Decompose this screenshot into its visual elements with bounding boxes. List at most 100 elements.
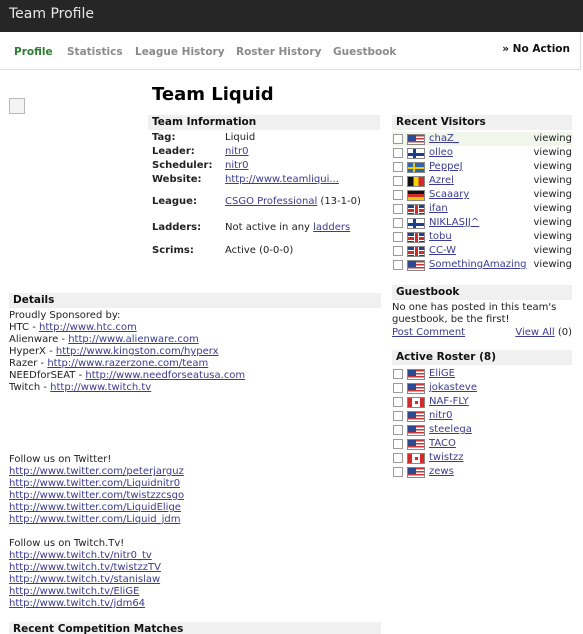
- visitor-name[interactable]: SomethingAmazing: [429, 259, 527, 270]
- visitor-checkbox[interactable]: [393, 148, 403, 158]
- flag-us-icon: [407, 425, 425, 436]
- twitch-heading: Follow us on Twitch.Tv!: [9, 538, 125, 549]
- tab-statistics[interactable]: Statistics: [67, 46, 123, 58]
- twitter-link[interactable]: http://www.twitter.com/Liquid_jdm: [9, 514, 180, 525]
- roster-row: EliGE: [392, 367, 572, 381]
- twitter-link[interactable]: http://www.twitter.com/twistzzcsgo: [9, 490, 184, 501]
- guestbook-empty-text: No one has posted in this team's guestbo…: [392, 302, 557, 325]
- sponsor-line: Razer - http://www.razerzone.com/team: [9, 358, 379, 370]
- ladders-link[interactable]: ladders: [313, 222, 350, 233]
- twitch-link[interactable]: http://www.twitch.tv/EliGE: [9, 586, 139, 597]
- visitor-row: CC-W viewing: [392, 244, 572, 258]
- view-all-link[interactable]: View All: [515, 327, 554, 338]
- info-league-row: League: CSGO Professional (13-1-0): [152, 196, 382, 210]
- sponsor-link-razer[interactable]: http://www.razerzone.com/team: [47, 358, 208, 369]
- roster-checkbox[interactable]: [393, 369, 403, 379]
- roster-player-name[interactable]: TACO: [429, 438, 456, 449]
- roster-checkbox[interactable]: [393, 453, 403, 463]
- visitor-status: viewing: [533, 259, 573, 270]
- website-link[interactable]: http://www.teamliqui...: [225, 174, 339, 185]
- tag-value: Liquid: [225, 132, 256, 143]
- leader-link[interactable]: nitr0: [225, 146, 249, 157]
- scheduler-label: Scheduler:: [152, 160, 213, 171]
- roster-checkbox[interactable]: [393, 383, 403, 393]
- flag-ca-icon: [407, 453, 425, 464]
- sponsor-link-twitch[interactable]: http://www.twitch.tv: [50, 382, 151, 393]
- roster-row: steelega: [392, 423, 572, 437]
- roster-row: twistzz: [392, 451, 572, 465]
- sponsor-name: HTC -: [9, 322, 39, 333]
- roster-player-name[interactable]: EliGE: [429, 368, 455, 379]
- flag-us-icon: [407, 383, 425, 394]
- roster-player-name[interactable]: jokasteve: [429, 382, 477, 393]
- visitor-row: olleo viewing: [392, 146, 572, 160]
- flag-us-icon: [407, 411, 425, 422]
- tab-roster-history[interactable]: Roster History: [236, 46, 321, 58]
- visitor-status: viewing: [533, 245, 573, 256]
- ladders-value: Not active in any ladders: [225, 222, 350, 233]
- window-title: Team Profile: [9, 6, 94, 22]
- details-body: Proudly Sponsored by: HTC - http://www.h…: [9, 310, 379, 610]
- sponsor-link-needforseat[interactable]: http://www.needforseatusa.com: [85, 370, 245, 381]
- sponsor-link-hyperx[interactable]: http://www.kingston.com/hyperx: [56, 346, 219, 357]
- tag-label: Tag:: [152, 132, 176, 143]
- guestbook-count: (0): [557, 327, 572, 338]
- scheduler-link[interactable]: nitr0: [225, 160, 249, 171]
- visitor-row: PeppeJ viewing: [392, 160, 572, 174]
- visitor-name[interactable]: olleo: [429, 147, 453, 158]
- visitor-name[interactable]: tobu: [429, 231, 452, 242]
- twitter-link[interactable]: http://www.twitter.com/LiquidElige: [9, 502, 181, 513]
- roster-checkbox[interactable]: [393, 439, 403, 449]
- visitor-name[interactable]: Azrel: [429, 175, 454, 186]
- visitor-checkbox[interactable]: [393, 204, 403, 214]
- visitor-status: viewing: [533, 231, 573, 242]
- visitor-name[interactable]: Scaaary: [429, 189, 469, 200]
- roster-row: jokasteve: [392, 381, 572, 395]
- recent-visitors-list: chaZ_ viewing olleo viewing PeppeJ viewi…: [392, 132, 572, 272]
- visitor-row: tobu viewing: [392, 230, 572, 244]
- league-link[interactable]: CSGO Professional: [225, 196, 317, 207]
- roster-player-name[interactable]: NAF-FLY: [429, 396, 469, 407]
- roster-player-name[interactable]: nitr0: [429, 410, 453, 421]
- scrims-label: Scrims:: [152, 245, 194, 256]
- twitter-link[interactable]: http://www.twitter.com/peterjarguz: [9, 466, 184, 477]
- no-action-menu[interactable]: » No Action: [502, 43, 570, 55]
- flag-gb-icon: [407, 204, 425, 215]
- post-comment-link[interactable]: Post Comment: [392, 327, 465, 338]
- visitor-checkbox[interactable]: [393, 134, 403, 144]
- roster-player-name[interactable]: steelega: [429, 424, 472, 435]
- sponsor-link-alienware[interactable]: http://www.alienware.com: [68, 334, 199, 345]
- active-roster-list: EliGE jokasteve NAF-FLY nitr0 steelega T…: [392, 367, 572, 479]
- twitch-link[interactable]: http://www.twitch.tv/jdm64: [9, 598, 145, 609]
- roster-checkbox[interactable]: [393, 467, 403, 477]
- twitter-link[interactable]: http://www.twitter.com/Liquidnitr0: [9, 478, 180, 489]
- roster-player-name[interactable]: zews: [429, 466, 454, 477]
- roster-row: TACO: [392, 437, 572, 451]
- visitor-checkbox[interactable]: [393, 246, 403, 256]
- roster-checkbox[interactable]: [393, 411, 403, 421]
- tab-guestbook[interactable]: Guestbook: [333, 46, 396, 58]
- roster-player-name[interactable]: twistzz: [429, 452, 464, 463]
- visitor-checkbox[interactable]: [393, 232, 403, 242]
- twitch-link[interactable]: http://www.twitch.tv/twistzzTV: [9, 562, 161, 573]
- twitch-link[interactable]: http://www.twitch.tv/stanislaw: [9, 574, 160, 585]
- roster-checkbox[interactable]: [393, 425, 403, 435]
- visitor-checkbox[interactable]: [393, 162, 403, 172]
- sponsor-link-htc[interactable]: http://www.htc.com: [39, 322, 137, 333]
- visitor-checkbox[interactable]: [393, 260, 403, 270]
- visitor-checkbox[interactable]: [393, 190, 403, 200]
- visitor-name[interactable]: NIKLASJJ^: [429, 217, 479, 228]
- visitor-checkbox[interactable]: [393, 218, 403, 228]
- twitch-link[interactable]: http://www.twitch.tv/nitr0_tv: [9, 550, 152, 561]
- roster-checkbox[interactable]: [393, 397, 403, 407]
- visitor-checkbox[interactable]: [393, 176, 403, 186]
- tab-league-history[interactable]: League History: [135, 46, 225, 58]
- visitor-name[interactable]: chaZ_: [429, 133, 459, 144]
- tab-profile[interactable]: Profile: [14, 46, 53, 58]
- flag-us-icon: [407, 134, 425, 145]
- visitor-name[interactable]: PeppeJ: [429, 161, 463, 172]
- details-header: Details: [9, 293, 381, 308]
- sponsor-name: HyperX -: [9, 346, 56, 357]
- visitor-name[interactable]: ifan: [429, 203, 448, 214]
- visitor-name[interactable]: CC-W: [429, 245, 456, 256]
